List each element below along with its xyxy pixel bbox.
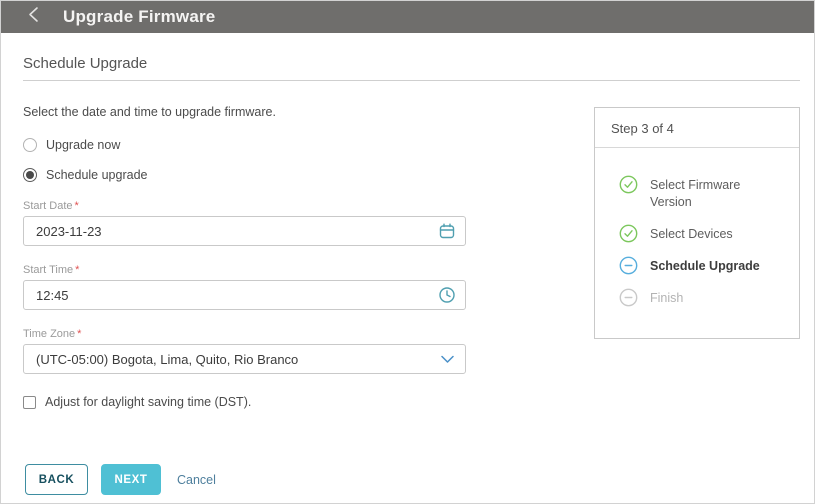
clock-icon[interactable] [438,286,456,304]
start-time-input[interactable] [23,280,466,310]
step-select-firmware-version: Select Firmware Version [619,175,785,211]
schedule-form: Select the date and time to upgrade firm… [23,81,466,409]
step-finish: Finish [619,288,785,307]
check-circle-icon [619,224,638,243]
radio-button-icon [23,138,37,152]
upgrade-firmware-page: Upgrade Firmware Schedule Upgrade Select… [0,0,815,504]
calendar-icon[interactable] [438,222,456,240]
form-intro-text: Select the date and time to upgrade firm… [23,105,466,119]
time-zone-field: Time Zone* (UTC-05:00) Bogota, Lima, Qui… [23,328,466,374]
back-button[interactable] [13,1,53,33]
radio-label: Schedule upgrade [46,168,147,182]
back-button-footer[interactable]: BACK [25,464,88,495]
start-time-label: Start Time* [23,264,466,276]
start-date-field: Start Date* [23,200,466,246]
page-title: Upgrade Firmware [63,7,215,27]
minus-circle-icon [619,256,638,275]
required-asterisk: * [75,264,79,276]
start-date-input[interactable] [23,216,466,246]
checkbox-icon [23,396,36,409]
section-heading: Schedule Upgrade [23,55,800,81]
radio-schedule-upgrade[interactable]: Schedule upgrade [23,168,466,182]
start-date-label: Start Date* [23,200,466,212]
wizard-steps-panel: Step 3 of 4 Select Firmware Version [594,107,800,339]
step-label: Select Devices [650,224,733,243]
step-schedule-upgrade: Schedule Upgrade [619,256,785,275]
step-counter: Step 3 of 4 [595,108,799,148]
check-circle-icon [619,175,638,194]
footer-actions: BACK NEXT Cancel [25,464,216,495]
top-bar: Upgrade Firmware [1,1,814,33]
dst-checkbox-label: Adjust for daylight saving time (DST). [45,395,251,409]
next-button[interactable]: NEXT [101,464,161,495]
chevron-down-icon [441,352,454,367]
chevron-left-icon [28,6,39,28]
step-label: Schedule Upgrade [650,256,760,275]
minus-circle-icon [619,288,638,307]
cancel-link[interactable]: Cancel [177,473,216,487]
required-asterisk: * [75,200,79,212]
step-label: Select Firmware Version [650,175,772,211]
dst-checkbox-row[interactable]: Adjust for daylight saving time (DST). [23,395,466,409]
radio-button-selected-icon [23,168,37,182]
required-asterisk: * [77,328,81,340]
time-zone-label: Time Zone* [23,328,466,340]
step-label: Finish [650,288,683,307]
radio-upgrade-now[interactable]: Upgrade now [23,138,466,152]
start-time-field: Start Time* [23,264,466,310]
radio-label: Upgrade now [46,138,120,152]
time-zone-value: (UTC-05:00) Bogota, Lima, Quito, Rio Bra… [36,352,298,367]
time-zone-select[interactable]: (UTC-05:00) Bogota, Lima, Quito, Rio Bra… [23,344,466,374]
step-select-devices: Select Devices [619,224,785,243]
